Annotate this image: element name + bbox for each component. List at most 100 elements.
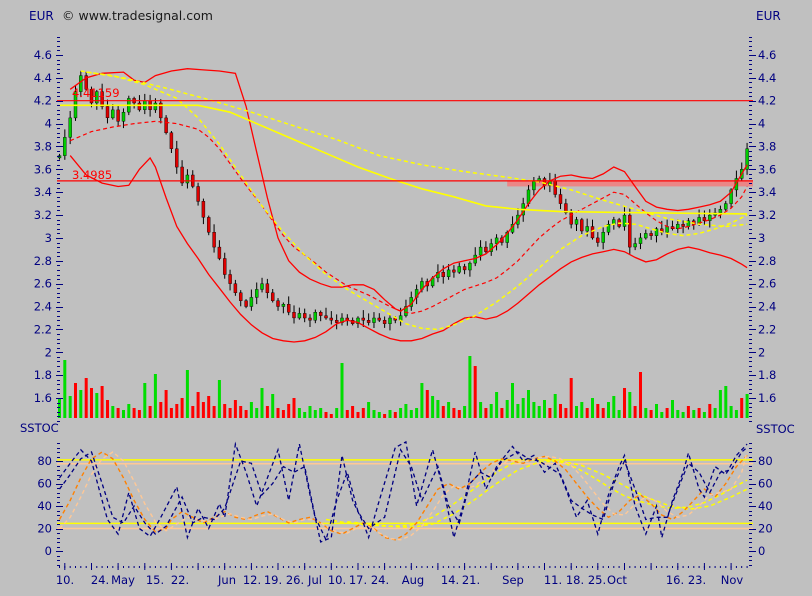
volume-bar <box>154 374 157 418</box>
date-major-tick <box>358 563 359 570</box>
volume-bar <box>234 400 237 418</box>
sstoc-tick-label-left: 20 <box>37 522 52 536</box>
date-minor-tick <box>459 566 460 568</box>
axis-tick <box>749 124 756 125</box>
axis-tick <box>57 82 60 83</box>
axis-tick <box>749 524 752 525</box>
axis-tick <box>749 156 752 157</box>
axis-tick <box>57 114 60 115</box>
axis-tick <box>749 461 756 462</box>
axis-tick <box>749 128 752 129</box>
axis-tick <box>749 366 752 367</box>
date-minor-tick <box>421 566 422 568</box>
date-major-tick <box>544 563 545 570</box>
axis-tick <box>57 452 60 453</box>
volume-bar <box>586 408 589 418</box>
axis-tick <box>56 398 63 399</box>
axis-tick <box>57 502 60 503</box>
volume-bar <box>138 410 141 418</box>
volume-bar <box>639 372 642 418</box>
volume-bar <box>458 410 461 418</box>
volume-bar <box>277 408 280 418</box>
axis-tick <box>749 533 752 534</box>
candle-body <box>186 175 189 183</box>
axis-tick <box>749 316 752 317</box>
axis-tick <box>749 293 752 294</box>
volume-bar <box>170 408 173 418</box>
date-minor-tick <box>443 566 444 568</box>
candle-body <box>719 209 722 212</box>
volume-bar <box>79 390 82 418</box>
price-tick-label-right: 2.8 <box>758 254 776 268</box>
volume-bar <box>564 408 567 418</box>
volume-bar <box>346 410 349 418</box>
axis-tick <box>749 247 752 248</box>
volume-bar <box>298 408 301 418</box>
axis-tick <box>57 479 60 480</box>
axis-tick <box>57 233 60 234</box>
axis-tick <box>57 334 60 335</box>
date-minor-tick <box>672 566 673 568</box>
price-tick-label-right: 2 <box>758 345 765 359</box>
axis-tick <box>749 448 752 449</box>
axis-tick <box>57 547 60 548</box>
axis-tick <box>749 529 756 530</box>
volume-bar <box>607 402 610 418</box>
axis-tick <box>57 64 60 65</box>
candle-body <box>532 181 535 190</box>
volume-bar <box>362 408 365 418</box>
volume-bar <box>250 402 253 418</box>
volume-bar <box>447 402 450 418</box>
axis-tick <box>749 270 752 271</box>
x-axis-date-label: 19. <box>264 573 282 587</box>
volume-bar <box>602 408 605 418</box>
volume-bar <box>117 408 120 418</box>
price-tick-label-right: 4 <box>758 117 765 131</box>
axis-tick <box>57 556 60 557</box>
axis-tick <box>749 238 756 239</box>
date-minor-tick <box>128 566 129 568</box>
axis-tick <box>57 542 60 543</box>
axis-tick <box>749 275 752 276</box>
candle-body <box>63 137 66 155</box>
axis-tick <box>57 137 60 138</box>
candle-body <box>250 297 253 306</box>
x-axis-date-label: 14. <box>441 573 459 587</box>
axis-tick <box>749 506 756 507</box>
date-minor-tick <box>619 566 620 568</box>
date-minor-tick <box>592 566 593 568</box>
axis-tick <box>56 375 63 376</box>
candle-body <box>111 110 114 118</box>
axis-tick <box>57 41 60 42</box>
volume-bar <box>746 394 749 418</box>
date-minor-tick <box>192 566 193 568</box>
date-minor-tick <box>715 566 716 568</box>
volume-bar <box>394 412 397 418</box>
axis-tick <box>749 114 752 115</box>
date-minor-tick <box>603 566 604 568</box>
x-axis-date-label: Oct <box>607 573 627 587</box>
axis-tick <box>56 101 63 102</box>
volume-bar <box>463 406 466 418</box>
axis-tick <box>57 183 60 184</box>
x-axis-date-label: 12. <box>243 573 261 587</box>
axis-tick <box>749 407 752 408</box>
axis-tick <box>749 334 752 335</box>
axis-tick <box>57 393 60 394</box>
axis-tick <box>749 105 752 106</box>
axis-tick <box>749 560 752 561</box>
volume-bar <box>495 392 498 418</box>
price-tick-label-left: 2.2 <box>34 322 52 336</box>
date-major-tick <box>144 563 145 570</box>
date-minor-tick <box>102 566 103 568</box>
x-axis-date-label: 17. <box>349 573 367 587</box>
candle-body <box>122 112 125 121</box>
volume-bar <box>666 408 669 418</box>
axis-tick <box>749 497 752 498</box>
axis-tick <box>749 297 752 298</box>
volume-bar <box>527 390 530 418</box>
volume-bar <box>399 408 402 418</box>
axis-tick <box>749 256 752 257</box>
candle-body <box>117 110 120 121</box>
axis-tick <box>749 538 752 539</box>
